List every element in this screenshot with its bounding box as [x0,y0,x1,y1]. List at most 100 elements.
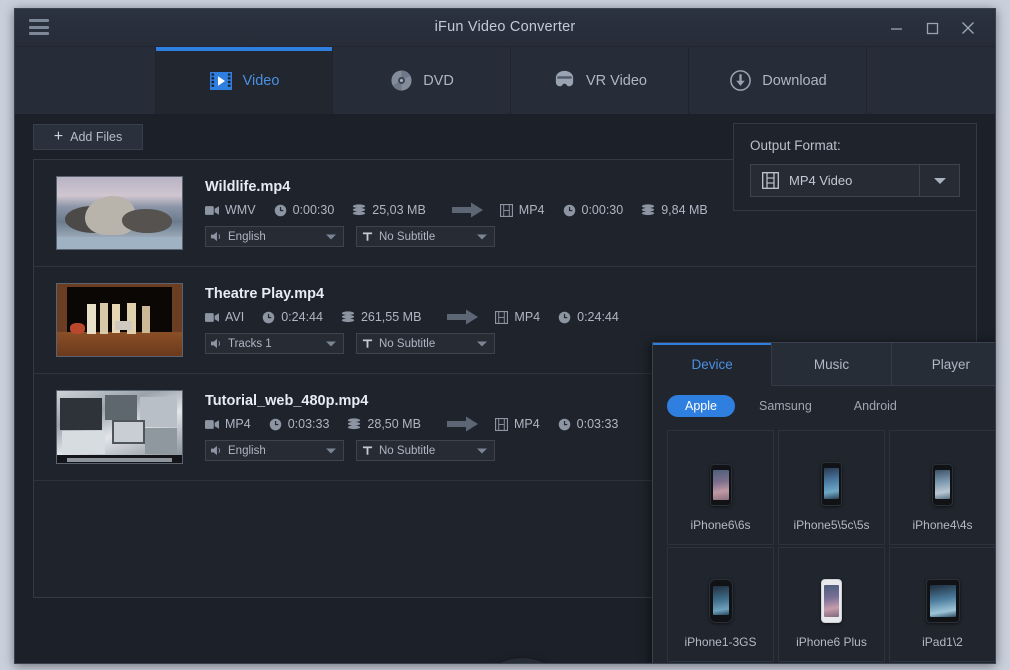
source-format: AVI [205,310,244,324]
device-item[interactable]: iPhone6\6s [667,430,774,545]
clock-icon [558,418,570,430]
arrow-right-icon [447,309,479,325]
source-duration: 0:03:33 [269,417,329,431]
chevron-down-icon [477,448,487,453]
device-grid: iPhone6\6s iPhone5\5c\5s iPhone4\4s iPho… [653,426,995,663]
output-format: MP4 [495,310,540,324]
output-format-dropdown: Device Music Player Apple Samsung Androi… [652,342,995,663]
disk-stack-icon [642,204,655,216]
convert-button[interactable]: Convert [472,658,572,663]
video-thumbnail [56,176,183,250]
chevron-down-icon [326,234,336,239]
subtitle-t-icon [362,338,373,349]
source-format: WMV [205,203,256,217]
brand-samsung[interactable]: Samsung [741,395,830,417]
tab-music[interactable]: Music [772,343,892,386]
video-camera-icon [205,419,219,429]
add-files-label: Add Files [70,130,123,144]
tab-label: Video [242,72,280,89]
disk-stack-icon [341,311,355,323]
disk-stack-icon [348,418,361,430]
source-size: 261,55 MB [341,310,421,324]
close-icon[interactable] [951,13,985,43]
video-thumbnail [56,283,183,357]
download-icon [728,69,752,93]
device-item[interactable]: iPhone6 Plus [778,547,885,662]
maximize-icon[interactable] [915,13,949,43]
tab-video[interactable]: Video [155,47,333,114]
film-play-icon [209,69,233,93]
output-format-value: MP4 Video [789,173,853,188]
clock-icon [274,204,286,216]
output-format: MP4 [499,203,545,217]
chevron-down-icon [326,341,336,346]
output-format-panel: Output Format: MP4 Video [733,123,977,211]
subtitle-t-icon [362,445,373,456]
device-item[interactable]: iPad1\2 [889,547,995,662]
speaker-icon [211,445,222,456]
brand-android[interactable]: Android [836,395,915,417]
output-format-select[interactable]: MP4 Video [750,164,960,197]
output-duration: 0:03:33 [558,417,618,431]
chevron-down-icon [477,234,487,239]
title-bar: iFun Video Converter [15,9,995,47]
clock-icon [563,204,575,216]
subtitle-select[interactable]: No Subtitle [356,226,495,247]
subtitle-t-icon [362,231,373,242]
output-format: MP4 [494,417,540,431]
ipad-2-icon [925,561,960,623]
chevron-down-icon [477,341,487,346]
add-files-button[interactable]: + Add Files [33,124,143,150]
dropdown-tabs: Device Music Player [653,343,995,386]
source-format: MP4 [205,417,251,431]
window-controls [879,9,985,47]
subtitle-select[interactable]: No Subtitle [356,333,495,354]
audio-track-select[interactable]: Tracks 1 [205,333,344,354]
arrow-right-icon [451,202,484,218]
audio-track-select[interactable]: English [205,226,344,247]
file-name: Theatre Play.mp4 [205,286,325,302]
chevron-down-icon [326,448,336,453]
arrow-right-icon [446,416,479,432]
brand-apple[interactable]: Apple [667,395,735,417]
tab-label: DVD [423,72,454,89]
tab-vr-video[interactable]: VR Video [511,47,689,114]
tab-player[interactable]: Player [891,343,995,386]
audio-track-select[interactable]: English [205,440,344,461]
chevron-down-icon[interactable] [919,165,959,196]
tab-device[interactable]: Device [653,343,773,386]
film-strip-icon [762,172,779,189]
clock-icon [269,418,281,430]
output-duration: 0:00:30 [563,203,623,217]
file-specs: AVI 0:24:44 261,55 MB MP4 0:24:44 [205,309,976,325]
output-size: 9,84 MB [641,203,708,217]
output-format-label: Output Format: [750,138,841,153]
source-duration: 0:00:30 [274,203,334,217]
film-icon [494,417,508,431]
film-icon [495,310,509,324]
source-size: 25,03 MB [352,203,426,217]
speaker-icon [211,231,222,242]
convert-button-wrap: Convert [472,658,572,663]
video-camera-icon [205,205,219,215]
speaker-icon [211,338,222,349]
file-selectors: English No Subtitle [205,226,976,247]
tab-dvd[interactable]: DVD [333,47,511,114]
plus-icon: + [53,128,64,145]
app-window: iFun Video Converter Video DVD VR Video … [14,8,996,664]
source-duration: 0:24:44 [262,310,323,324]
source-size: 28,50 MB [347,417,421,431]
iphone-4-icon [932,444,953,506]
device-item[interactable]: iPhone5\5c\5s [778,430,885,545]
iphone-3gs-icon [708,561,733,623]
subtitle-select[interactable]: No Subtitle [356,440,495,461]
iphone-6-icon [709,444,732,506]
clock-icon [558,311,571,323]
minimize-icon[interactable] [879,13,913,43]
device-item[interactable]: iPhone4\4s [889,430,995,545]
iphone-5-icon [821,444,842,506]
iphone-6-plus-icon [821,561,842,623]
device-item[interactable]: iPhone1-3GS [667,547,774,662]
tab-download[interactable]: Download [689,47,867,114]
vr-headset-icon [552,69,576,93]
